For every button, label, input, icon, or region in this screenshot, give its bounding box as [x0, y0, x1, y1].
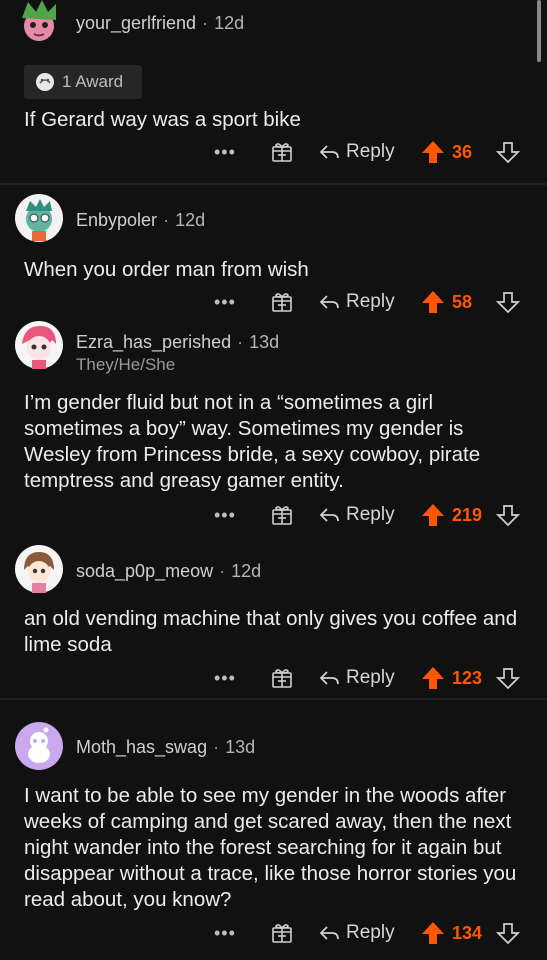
comment-age: 12d: [231, 561, 262, 581]
reply-arrow-icon: [319, 508, 339, 522]
comment-body: I’m gender fluid but not in a “sometimes…: [24, 391, 481, 492]
comment-body: an old vending machine that only gives y…: [24, 607, 518, 656]
reply-arrow-icon: [319, 671, 339, 685]
upvote-icon[interactable]: [420, 286, 446, 318]
upvote-icon[interactable]: [420, 662, 446, 694]
reply-label: Reply: [346, 922, 395, 943]
comment-meta: Moth_has_swag · 13d: [76, 737, 255, 758]
reply-button[interactable]: Reply: [318, 286, 395, 318]
gift-icon[interactable]: [270, 662, 294, 694]
username[interactable]: soda_p0p_meow: [76, 561, 213, 581]
comment-age: 12d: [175, 210, 206, 230]
comment-actions: ••• Reply 134: [0, 917, 547, 949]
reply-button[interactable]: Reply: [318, 499, 395, 531]
separator-dot: ·: [163, 210, 170, 230]
comment-age: 13d: [249, 332, 280, 352]
user-flair: They/He/She: [76, 355, 176, 374]
more-options-icon[interactable]: •••: [214, 662, 236, 694]
separator-dot: ·: [219, 561, 226, 581]
comment-body: If Gerard way was a sport bike: [24, 108, 301, 131]
comment: soda_p0p_meow · 12d an old vending machine…: [0, 536, 547, 696]
more-options-icon[interactable]: •••: [214, 917, 236, 949]
comment-meta: your_gerlfriend · 12d: [76, 13, 244, 34]
award-badge[interactable]: 1 Award: [24, 65, 142, 99]
award-icon: [34, 71, 56, 93]
comment-meta: Enbypoler · 12d: [76, 210, 205, 231]
reply-label: Reply: [346, 667, 395, 688]
downvote-icon[interactable]: [496, 499, 520, 531]
vote-score: 36: [452, 141, 473, 162]
downvote-icon[interactable]: [496, 917, 520, 949]
comment: your_gerlfriend · 12d 1 Award If Gerard wa…: [0, 0, 547, 180]
avatar[interactable]: [14, 721, 64, 771]
comment-meta: soda_p0p_meow · 12d: [76, 561, 261, 582]
reply-arrow-icon: [319, 926, 339, 940]
reply-label: Reply: [346, 504, 395, 525]
username[interactable]: your_gerlfriend: [76, 13, 196, 33]
comment-actions: ••• Reply 36: [0, 136, 547, 168]
vote-score: 134: [452, 922, 483, 943]
gift-icon[interactable]: [270, 917, 294, 949]
reply-arrow-icon: [319, 295, 339, 309]
username[interactable]: Moth_has_swag: [76, 737, 207, 757]
gift-icon[interactable]: [270, 499, 294, 531]
reply-label: Reply: [346, 291, 395, 312]
gift-icon[interactable]: [270, 286, 294, 318]
avatar[interactable]: [14, 544, 64, 594]
gift-icon[interactable]: [270, 136, 294, 168]
comment-actions: ••• Reply 219: [0, 499, 547, 531]
comment: Ezra_has_perished · 13d They/He/She I’m ge…: [0, 318, 547, 528]
avatar[interactable]: [14, 0, 64, 48]
upvote-icon[interactable]: [420, 136, 446, 168]
comment-actions: ••• Reply 58: [0, 286, 547, 318]
username[interactable]: Ezra_has_perished: [76, 332, 231, 352]
reply-button[interactable]: Reply: [318, 917, 395, 949]
vote-score: 219: [452, 504, 483, 525]
vote-score: 123: [452, 667, 483, 688]
separator-dot: ·: [237, 332, 244, 352]
comment: Moth_has_swag · 13d I want to be able to s…: [0, 698, 547, 960]
separator-dot: ·: [202, 13, 209, 33]
upvote-icon[interactable]: [420, 917, 446, 949]
more-options-icon[interactable]: •••: [214, 499, 236, 531]
downvote-icon[interactable]: [496, 662, 520, 694]
comment-meta: Ezra_has_perished · 13d: [76, 332, 279, 353]
comment-actions: ••• Reply 123: [0, 662, 547, 694]
more-options-icon[interactable]: •••: [214, 286, 236, 318]
vote-score: 58: [452, 291, 473, 312]
reply-label: Reply: [346, 141, 395, 162]
downvote-icon[interactable]: [496, 286, 520, 318]
separator-dot: ·: [213, 737, 220, 757]
avatar[interactable]: [14, 320, 64, 370]
comment-age: 12d: [214, 13, 245, 33]
reply-arrow-icon: [319, 145, 339, 159]
reply-button[interactable]: Reply: [318, 662, 395, 694]
reply-button[interactable]: Reply: [318, 136, 395, 168]
downvote-icon[interactable]: [496, 136, 520, 168]
comment: Enbypoler · 12d When you order man from wi…: [0, 183, 547, 325]
username[interactable]: Enbypoler: [76, 210, 157, 230]
upvote-icon[interactable]: [420, 499, 446, 531]
comment-age: 13d: [225, 737, 256, 757]
more-options-icon[interactable]: •••: [214, 136, 236, 168]
award-label: 1 Award: [62, 72, 124, 91]
avatar[interactable]: [14, 193, 64, 243]
comment-body: When you order man from wish: [24, 258, 309, 281]
comment-body: I want to be able to see my gender in th…: [24, 784, 517, 911]
